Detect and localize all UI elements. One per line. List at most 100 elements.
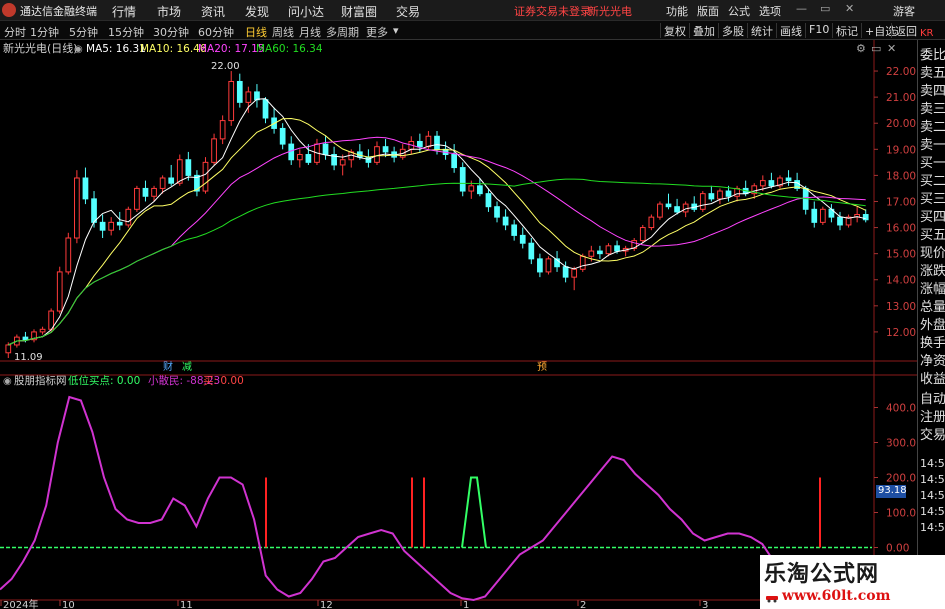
- candle-12[interactable]: [108, 217, 115, 236]
- close-icon[interactable]: ✕: [845, 2, 854, 15]
- f10-button[interactable]: F10: [805, 23, 829, 38]
- tab-15min[interactable]: 15分钟: [108, 24, 144, 40]
- candle-34[interactable]: [296, 149, 303, 168]
- close-panel-icon[interactable]: ✕: [887, 42, 896, 55]
- tab-multi-period[interactable]: 多周期: [326, 24, 359, 40]
- candle-63[interactable]: [545, 256, 552, 275]
- candle-74[interactable]: [639, 224, 646, 244]
- candle-73[interactable]: [631, 238, 638, 252]
- candle-98[interactable]: [845, 214, 852, 228]
- candle-80[interactable]: [691, 196, 698, 212]
- candle-96[interactable]: [828, 204, 835, 223]
- candle-75[interactable]: [648, 214, 655, 231]
- candle-58[interactable]: [502, 209, 509, 231]
- menu-discover[interactable]: 发现: [245, 3, 269, 20]
- candle-66[interactable]: [571, 266, 578, 291]
- candle-26[interactable]: [228, 71, 235, 126]
- sidebar-sub-auto[interactable]: 自动: [920, 388, 945, 407]
- restore-icon[interactable]: ▭: [820, 2, 830, 15]
- candle-19[interactable]: [168, 164, 175, 186]
- tab-daily[interactable]: 日线: [245, 24, 267, 40]
- candle-37[interactable]: [322, 136, 329, 160]
- tab-30min[interactable]: 30分钟: [153, 24, 189, 40]
- candle-61[interactable]: [528, 238, 535, 265]
- candle-53[interactable]: [459, 162, 466, 197]
- more-dropdown-icon[interactable]: ▾: [393, 24, 399, 37]
- candle-9[interactable]: [82, 167, 89, 205]
- candle-3[interactable]: [31, 329, 37, 343]
- candle-59[interactable]: [511, 219, 518, 241]
- candle-76[interactable]: [657, 201, 663, 220]
- maximize-panel-icon[interactable]: ▭: [871, 42, 881, 55]
- candle-62[interactable]: [537, 253, 543, 278]
- candle-13[interactable]: [116, 211, 123, 231]
- back-button[interactable]: 返回: [891, 23, 917, 38]
- adjust-button[interactable]: 复权: [660, 23, 686, 38]
- menu-function[interactable]: 功能: [666, 3, 688, 19]
- dropdown-icon[interactable]: ◉: [74, 44, 83, 55]
- stats-button[interactable]: 统计: [747, 23, 773, 38]
- tab-monthly[interactable]: 月线: [299, 24, 321, 40]
- candle-82[interactable]: [708, 185, 715, 202]
- event-reduce-label[interactable]: 减: [182, 361, 192, 373]
- candle-24[interactable]: [211, 133, 217, 165]
- candle-38[interactable]: [331, 146, 337, 171]
- settings-icon[interactable]: ⚙: [856, 42, 866, 55]
- tab-5min[interactable]: 5分钟: [69, 24, 98, 40]
- tab-intraday[interactable]: 分时: [4, 24, 26, 40]
- candle-95[interactable]: [819, 206, 826, 225]
- candle-77[interactable]: [665, 193, 672, 210]
- mark-button[interactable]: 标记: [832, 23, 858, 38]
- event-fin-label[interactable]: 财: [163, 360, 173, 373]
- minimize-icon[interactable]: —: [796, 2, 807, 15]
- candle-39[interactable]: [339, 154, 346, 176]
- candle-100[interactable]: [862, 209, 869, 223]
- candle-52[interactable]: [451, 144, 458, 173]
- candle-8[interactable]: [74, 170, 80, 244]
- menu-market[interactable]: 市场: [157, 3, 181, 20]
- candle-7[interactable]: [65, 232, 72, 275]
- draw-line-button[interactable]: 画线: [776, 23, 802, 38]
- candle-56[interactable]: [485, 188, 492, 212]
- event-forecast-label[interactable]: 预: [537, 361, 547, 373]
- menu-ask[interactable]: 问小达: [288, 3, 324, 20]
- candle-25[interactable]: [219, 115, 226, 145]
- candle-14[interactable]: [125, 206, 132, 228]
- candle-43[interactable]: [374, 141, 380, 165]
- sidebar-sub-register[interactable]: 注册: [920, 406, 945, 425]
- menu-formula[interactable]: 公式: [728, 3, 750, 19]
- candle-5[interactable]: [48, 308, 55, 332]
- candle-57[interactable]: [494, 201, 500, 223]
- candle-11[interactable]: [99, 214, 106, 238]
- candle-27[interactable]: [236, 73, 243, 108]
- sidebar-sub-trade[interactable]: 交易: [920, 424, 945, 443]
- candle-91[interactable]: [785, 170, 792, 186]
- candle-6[interactable]: [56, 266, 63, 314]
- candle-83[interactable]: [717, 188, 723, 205]
- tab-1min[interactable]: 1分钟: [30, 24, 59, 40]
- candle-60[interactable]: [519, 227, 526, 249]
- sub-dropdown-icon[interactable]: ◉: [3, 376, 12, 387]
- menu-trade[interactable]: 交易: [396, 3, 420, 20]
- candle-99[interactable]: [854, 206, 860, 223]
- chart-area[interactable]: 12.00 13.00 14.00 15.00 16.00 17.00 18.00 19.00…: [0, 40, 917, 609]
- overlay-button[interactable]: 叠加: [689, 23, 715, 38]
- tab-weekly[interactable]: 周线: [272, 24, 294, 40]
- multi-stock-button[interactable]: 多股: [718, 23, 744, 38]
- candle-46[interactable]: [399, 144, 406, 160]
- guest-label[interactable]: 游客: [893, 3, 915, 19]
- tab-more[interactable]: 更多: [366, 24, 388, 40]
- candle-21[interactable]: [185, 151, 192, 181]
- tab-60min[interactable]: 60分钟: [198, 24, 234, 40]
- candle-94[interactable]: [811, 201, 818, 228]
- candle-72[interactable]: [622, 245, 629, 257]
- candle-29[interactable]: [254, 84, 260, 108]
- candlestick-series[interactable]: [5, 71, 869, 358]
- menu-quotes[interactable]: 行情: [112, 3, 136, 20]
- candle-69[interactable]: [597, 245, 603, 259]
- candle-65[interactable]: [562, 261, 569, 283]
- candle-51[interactable]: [442, 141, 449, 160]
- menu-layout[interactable]: 版面: [697, 3, 719, 19]
- menu-wealth[interactable]: 财富圈: [341, 3, 377, 20]
- menu-options[interactable]: 选项: [759, 3, 781, 19]
